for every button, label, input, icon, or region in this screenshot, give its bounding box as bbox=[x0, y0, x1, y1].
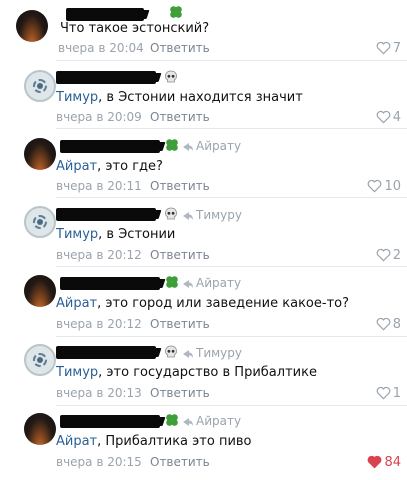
comment-timestamp: вчера в 20:11 bbox=[56, 179, 142, 193]
reply-arrow-icon bbox=[183, 350, 193, 358]
mention-link[interactable]: Айрат bbox=[56, 159, 97, 174]
skull-icon bbox=[165, 207, 177, 220]
like-button[interactable]: 10 bbox=[367, 178, 401, 194]
comment-thread: Что такое эстонский? вчера в 20:04 Ответ… bbox=[0, 0, 407, 480]
comment-text: Айрат, Прибалтика это пиво bbox=[56, 434, 252, 449]
divider bbox=[56, 336, 407, 337]
redacted-author-name[interactable] bbox=[56, 71, 156, 84]
badge-avatar[interactable] bbox=[24, 70, 56, 102]
skull-icon bbox=[165, 345, 177, 358]
clover-icon bbox=[166, 414, 178, 426]
reply-button[interactable]: Ответить bbox=[150, 317, 210, 331]
like-count: 84 bbox=[384, 454, 401, 470]
redacted-author-name[interactable] bbox=[60, 415, 160, 428]
heart-icon bbox=[368, 455, 382, 469]
like-button[interactable]: 4 bbox=[376, 109, 401, 125]
heart-icon bbox=[376, 41, 391, 55]
comment-text: Что такое эстонский? bbox=[60, 21, 210, 36]
redacted-author-name[interactable] bbox=[66, 8, 144, 21]
reply-button[interactable]: Ответить bbox=[150, 41, 210, 55]
clover-icon bbox=[166, 276, 178, 288]
heart-icon bbox=[376, 110, 391, 124]
divider bbox=[56, 405, 407, 406]
like-count: 8 bbox=[392, 316, 401, 332]
skull-icon bbox=[165, 70, 177, 83]
like-button[interactable]: 84 bbox=[367, 454, 401, 470]
mention-link[interactable]: Тимур bbox=[56, 227, 98, 242]
reply-arrow-icon bbox=[183, 212, 193, 220]
reply-to-label[interactable]: Айрату bbox=[196, 414, 241, 428]
sunset-avatar[interactable] bbox=[16, 10, 48, 42]
like-count: 4 bbox=[392, 109, 401, 125]
like-button[interactable]: 1 bbox=[376, 385, 401, 401]
sunset-avatar[interactable] bbox=[24, 275, 56, 307]
like-count: 1 bbox=[392, 385, 401, 401]
divider bbox=[56, 266, 407, 267]
mention-link[interactable]: Тимур bbox=[56, 365, 98, 380]
redacted-author-name[interactable] bbox=[60, 140, 160, 153]
reply-to-label[interactable]: Тимуру bbox=[196, 208, 242, 222]
like-button[interactable]: 7 bbox=[376, 40, 401, 56]
like-count: 2 bbox=[392, 247, 401, 263]
reply-button[interactable]: Ответить bbox=[150, 455, 210, 469]
sunset-avatar[interactable] bbox=[24, 138, 56, 170]
mention-link[interactable]: Айрат bbox=[56, 296, 97, 311]
mention-link[interactable]: Тимур bbox=[56, 90, 98, 105]
heart-icon bbox=[376, 317, 391, 331]
heart-icon bbox=[376, 386, 391, 400]
clover-icon bbox=[170, 6, 182, 18]
like-button[interactable]: 2 bbox=[376, 247, 401, 263]
redacted-author-name[interactable] bbox=[60, 277, 160, 290]
comment-timestamp: вчера в 20:04 bbox=[58, 41, 144, 55]
redacted-author-name[interactable] bbox=[56, 346, 156, 359]
clover-icon bbox=[166, 139, 178, 151]
divider bbox=[56, 197, 407, 198]
reply-button[interactable]: Ответить bbox=[150, 386, 210, 400]
reply-button[interactable]: Ответить bbox=[150, 110, 210, 124]
like-count: 10 bbox=[384, 178, 401, 194]
comment-text: Айрат, это где? bbox=[56, 159, 163, 174]
sunset-avatar[interactable] bbox=[24, 413, 56, 445]
badge-avatar[interactable] bbox=[24, 206, 56, 238]
reply-to-label[interactable]: Айрату bbox=[196, 276, 241, 290]
mention-link[interactable]: Айрат bbox=[56, 434, 97, 449]
like-button[interactable]: 8 bbox=[376, 316, 401, 332]
reply-to-label[interactable]: Тимуру bbox=[196, 346, 242, 360]
comment-timestamp: вчера в 20:13 bbox=[56, 386, 142, 400]
heart-icon bbox=[376, 248, 391, 262]
reply-arrow-icon bbox=[183, 280, 193, 288]
reply-to-label[interactable]: Айрату bbox=[196, 139, 241, 153]
divider bbox=[56, 128, 407, 129]
comment-text: Тимур, в Эстонии находится значит bbox=[56, 90, 303, 105]
comment-timestamp: вчера в 20:15 bbox=[56, 455, 142, 469]
comment-text: Тимур, в Эстонии bbox=[56, 227, 176, 242]
comment-text: Тимур, это государство в Прибалтике bbox=[56, 365, 317, 380]
comment-text: Айрат, это город или заведение какое-то? bbox=[56, 296, 349, 311]
like-count: 7 bbox=[392, 40, 401, 56]
comment-timestamp: вчера в 20:12 bbox=[56, 248, 142, 262]
reply-arrow-icon bbox=[183, 143, 193, 151]
reply-arrow-icon bbox=[183, 418, 193, 426]
comment-timestamp: вчера в 20:12 bbox=[56, 317, 142, 331]
divider bbox=[56, 60, 407, 61]
reply-button[interactable]: Ответить bbox=[150, 248, 210, 262]
redacted-author-name[interactable] bbox=[56, 208, 156, 221]
comment-timestamp: вчера в 20:09 bbox=[56, 110, 142, 124]
badge-avatar[interactable] bbox=[24, 344, 56, 376]
reply-button[interactable]: Ответить bbox=[150, 179, 210, 193]
heart-icon bbox=[368, 179, 382, 193]
